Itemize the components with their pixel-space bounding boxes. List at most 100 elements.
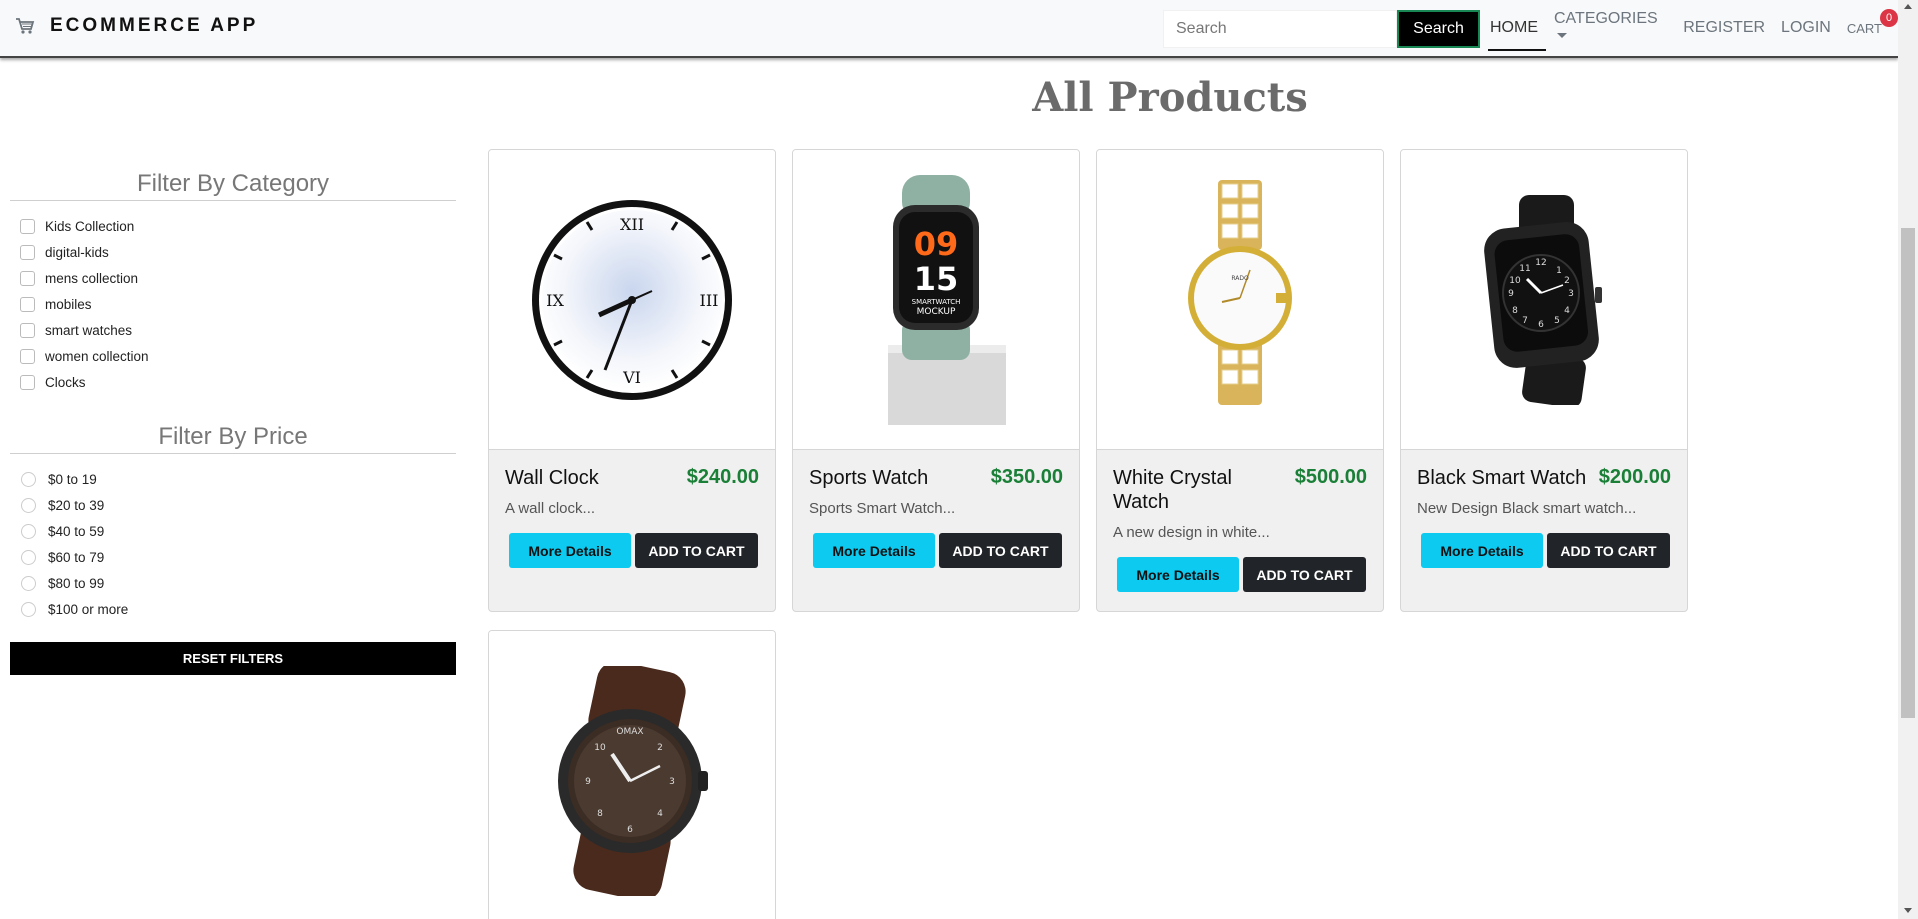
category-option[interactable]: mens collection [10,265,456,291]
cart-label: CART [1846,20,1882,36]
price-option[interactable]: $40 to 59 [10,518,456,544]
more-details-button[interactable]: More Details [509,533,631,568]
product-card: XII VI IX III Wall Clock $240.00 A wall … [488,149,776,612]
price-label: $40 to 59 [48,523,105,539]
product-name[interactable]: Wall Clock [505,466,599,490]
scrollbar[interactable] [1898,0,1918,919]
search-input[interactable] [1163,10,1397,48]
nav-categories[interactable]: CATEGORIES [1554,10,1667,46]
product-price: $350.00 [990,466,1063,488]
checkbox[interactable] [20,348,35,364]
checkbox[interactable] [20,374,35,390]
checkbox[interactable] [20,322,35,338]
add-to-cart-button[interactable]: ADD TO CART [939,533,1062,568]
product-image-white-crystal-watch[interactable]: RADO [1097,150,1383,450]
nav-login[interactable]: LOGIN [1781,19,1831,37]
price-option[interactable]: $0 to 19 [10,466,456,492]
add-to-cart-button[interactable]: ADD TO CART [635,533,758,568]
price-option[interactable]: $60 to 79 [10,544,456,570]
category-option[interactable]: digital-kids [10,239,456,265]
product-card: 12 3 6 9 12 45 7 8 10 11 Black Smart Watch $200… [1400,149,1688,612]
add-to-cart-button[interactable]: ADD TO CART [1243,557,1366,592]
price-option[interactable]: $100 or more [10,596,456,622]
price-label: $100 or more [48,601,129,617]
page-title: All Products [1032,74,1308,121]
category-option[interactable]: Kids Collection [10,213,456,239]
nav-register[interactable]: REGISTER [1683,19,1765,37]
price-label: $20 to 39 [48,497,105,513]
svg-text:10: 10 [594,743,606,753]
price-label: $60 to 79 [48,549,105,565]
svg-text:6: 6 [627,825,633,835]
product-card: RADO White Crystal Watch $500.00 A new d… [1096,149,1384,612]
price-label: $80 to 99 [48,575,105,591]
category-option[interactable]: women collection [10,343,456,369]
search-form: Search [1163,10,1480,48]
svg-text:9: 9 [585,777,591,787]
svg-text:IX: IX [546,291,564,310]
product-name[interactable]: White Crystal Watch [1113,466,1263,514]
checkbox[interactable] [20,270,35,286]
more-details-button[interactable]: More Details [1117,557,1239,592]
category-option[interactable]: Clocks [10,369,456,395]
product-name[interactable]: Sports Watch [809,466,928,490]
product-name[interactable]: Black Smart Watch [1417,466,1586,490]
checkbox[interactable] [20,244,35,260]
page: ECOMMERCE APP Search HOME CATEGORIES REG… [0,0,1918,919]
radio-button[interactable] [21,575,36,591]
cart-count-badge: 0 [1880,8,1898,27]
product-card-body: Black Smart Watch $200.00 New Design Bla… [1401,450,1687,582]
more-details-button[interactable]: More Details [813,533,935,568]
radio-button[interactable] [21,471,36,487]
price-option[interactable]: $20 to 39 [10,492,456,518]
category-label: digital-kids [45,244,109,260]
product-card: OMAX 2 3 4 6 8 9 10 [488,630,776,919]
more-details-button[interactable]: More Details [1421,533,1543,568]
svg-text:09: 09 [914,225,959,263]
category-label: smart watches [45,322,133,338]
radio-button[interactable] [21,549,36,565]
radio-button[interactable] [21,523,36,539]
brand[interactable]: ECOMMERCE APP [14,15,258,37]
checkbox[interactable] [20,296,35,312]
add-to-cart-button[interactable]: ADD TO CART [1547,533,1670,568]
radio-button[interactable] [21,497,36,513]
svg-text:2: 2 [657,743,663,753]
scroll-thumb[interactable] [1901,228,1915,718]
product-description: New Design Black smart watch... [1417,500,1637,517]
navbar: ECOMMERCE APP Search HOME CATEGORIES REG… [0,0,1898,58]
svg-text:III: III [700,291,719,310]
nav-home[interactable]: HOME [1488,19,1546,51]
scroll-down-arrow-icon[interactable] [1904,908,1912,913]
category-label: Clocks [45,374,86,390]
product-price: $200.00 [1598,466,1671,488]
product-card-body: Sports Watch $350.00 Sports Smart Watch.… [793,450,1079,582]
category-option[interactable]: smart watches [10,317,456,343]
cart-icon [14,15,36,37]
svg-text:15: 15 [914,260,959,298]
radio-button[interactable] [21,601,36,617]
product-card: 09 15 SMARTWATCH MOCKUP Sports Watch $35… [792,149,1080,612]
price-filter-title: Filter By Price [10,423,456,454]
nav-cart[interactable]: CART 0 [1846,8,1898,36]
product-card-body: White Crystal Watch $500.00 A new design… [1097,450,1383,606]
product-image-sports-watch[interactable]: 09 15 SMARTWATCH MOCKUP [793,150,1079,450]
category-label: women collection [45,348,149,364]
product-image-wall-clock[interactable]: XII VI IX III [489,150,775,450]
scroll-up-arrow-icon[interactable] [1904,4,1912,9]
svg-text:11: 11 [1519,264,1530,274]
product-image-black-smart-watch[interactable]: 12 3 6 9 12 45 7 8 10 11 [1401,150,1687,450]
checkbox[interactable] [20,218,35,234]
category-filter-title: Filter By Category [10,170,456,201]
svg-text:MOCKUP: MOCKUP [917,307,956,317]
category-option[interactable]: mobiles [10,291,456,317]
reset-filters-button[interactable]: RESET FILTERS [10,642,456,675]
brand-name: ECOMMERCE APP [50,15,259,36]
price-option[interactable]: $80 to 99 [10,570,456,596]
product-price: $500.00 [1294,466,1367,488]
product-image-brown-watch[interactable]: OMAX 2 3 4 6 8 9 10 [489,631,775,919]
svg-text:4: 4 [1564,306,1570,316]
price-filter-list: $0 to 19 $20 to 39 $40 to 59 $60 to 79 $… [10,466,456,622]
search-button[interactable]: Search [1397,10,1480,48]
svg-text:5: 5 [1554,316,1560,326]
